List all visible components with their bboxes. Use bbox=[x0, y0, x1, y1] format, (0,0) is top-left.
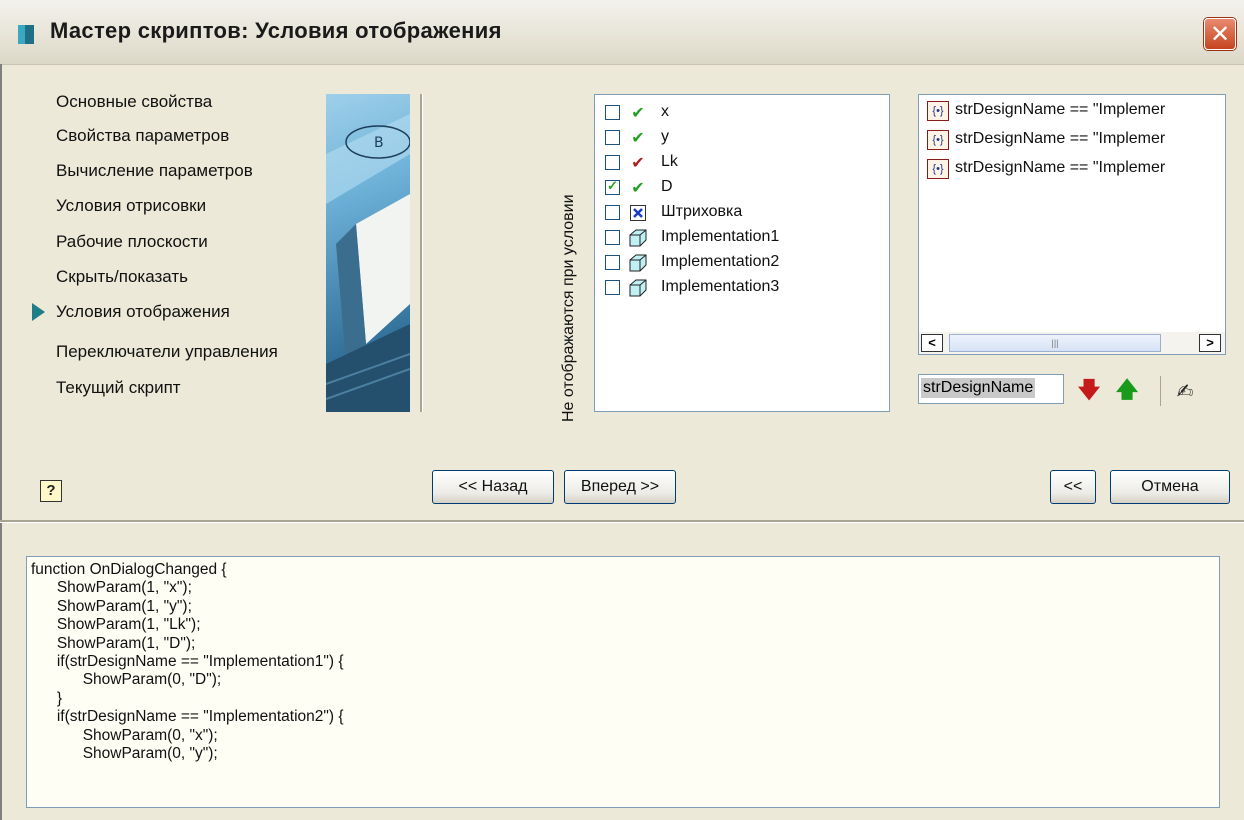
param-label: y bbox=[661, 128, 669, 145]
back-button[interactable]: << Назад bbox=[432, 470, 554, 504]
green-check-icon: ✔ bbox=[631, 178, 645, 197]
condition-icon: {•} bbox=[927, 159, 949, 179]
nav-item-control-switches[interactable]: Переключатели управления bbox=[56, 342, 278, 362]
checkbox[interactable] bbox=[605, 280, 620, 295]
cube-icon bbox=[627, 278, 649, 298]
wizard-side-image: B bbox=[326, 94, 410, 412]
checkbox[interactable] bbox=[605, 205, 620, 220]
checkbox[interactable] bbox=[605, 105, 620, 120]
hatch-x-icon bbox=[627, 203, 649, 223]
condition-icon: {•} bbox=[927, 101, 949, 121]
nav-item-current-script[interactable]: Текущий скрипт bbox=[56, 378, 181, 398]
checkbox[interactable] bbox=[605, 230, 620, 245]
param-label: Lk bbox=[661, 153, 678, 170]
nav-item-parameter-calculation[interactable]: Вычисление параметров bbox=[56, 161, 253, 181]
close-icon: ✕ bbox=[1209, 20, 1231, 48]
conditions-list[interactable]: {•} strDesignName == "Implemer {•} strDe… bbox=[918, 94, 1226, 334]
variable-name-value: strDesignName bbox=[921, 378, 1036, 398]
move-up-arrow-icon[interactable]: 🡅 bbox=[1114, 378, 1140, 404]
horizontal-divider bbox=[0, 520, 1244, 523]
current-step-arrow-icon bbox=[32, 303, 45, 321]
param-label: Implementation1 bbox=[661, 228, 780, 245]
help-icon[interactable]: ? bbox=[40, 480, 62, 502]
scroll-thumb[interactable]: ||| bbox=[949, 334, 1161, 352]
next-button[interactable]: Вперед >> bbox=[564, 470, 676, 504]
window-edge bbox=[0, 64, 2, 820]
condition-icon: {•} bbox=[927, 130, 949, 150]
hidden-when-label: Не отображаются при условии bbox=[560, 194, 577, 422]
param-label: Implementation3 bbox=[661, 278, 780, 295]
nav-item-display-conditions[interactable]: Условия отображения bbox=[56, 302, 230, 322]
condition-text: strDesignName == "Implemer bbox=[955, 159, 1166, 176]
checkmark-icon: ✓ bbox=[607, 178, 618, 193]
scroll-left-icon[interactable]: < bbox=[921, 334, 943, 352]
nav-item-basic-properties[interactable]: Основные свойства bbox=[56, 92, 212, 112]
script-code-editor[interactable]: function OnDialogChanged { ShowParam(1, … bbox=[26, 556, 1220, 808]
checkbox[interactable] bbox=[605, 155, 620, 170]
toolbar-separator bbox=[1160, 376, 1161, 406]
svg-text:B: B bbox=[374, 135, 384, 151]
cube-icon bbox=[627, 253, 649, 273]
param-label: Implementation2 bbox=[661, 253, 780, 270]
red-check-icon: ✔ bbox=[631, 153, 645, 172]
vertical-divider bbox=[420, 94, 423, 412]
checkbox[interactable] bbox=[605, 130, 620, 145]
horizontal-scrollbar[interactable]: < ||| > bbox=[918, 332, 1226, 355]
scroll-right-icon[interactable]: > bbox=[1199, 334, 1221, 352]
variable-name-field[interactable]: strDesignName bbox=[918, 374, 1064, 404]
condition-text: strDesignName == "Implemer bbox=[955, 101, 1166, 118]
nav-item-hide-show[interactable]: Скрыть/показать bbox=[56, 267, 188, 287]
nav-item-work-planes[interactable]: Рабочие плоскости bbox=[56, 232, 208, 252]
cancel-button[interactable]: Отмена bbox=[1110, 470, 1230, 504]
cube-icon bbox=[627, 228, 649, 248]
param-label: Штриховка bbox=[661, 203, 743, 220]
close-button[interactable]: ✕ bbox=[1204, 18, 1236, 50]
window-title: Мастер скриптов: Условия отображения bbox=[50, 18, 502, 43]
collapse-button[interactable]: << bbox=[1050, 470, 1096, 504]
checkbox-checked[interactable]: ✓ bbox=[605, 178, 620, 195]
param-label: D bbox=[661, 178, 673, 195]
nav-item-drawing-conditions[interactable]: Условия отрисовки bbox=[56, 196, 206, 216]
edit-hand-icon[interactable]: ✍ bbox=[1172, 378, 1198, 404]
param-label: x bbox=[661, 103, 669, 120]
green-check-icon: ✔ bbox=[631, 103, 645, 122]
checkbox[interactable] bbox=[605, 255, 620, 270]
green-check-icon: ✔ bbox=[631, 128, 645, 147]
condition-text: strDesignName == "Implemer bbox=[955, 130, 1166, 147]
script-code-text: function OnDialogChanged { ShowParam(1, … bbox=[31, 561, 344, 763]
parameter-checklist[interactable]: ✔ x ✔ y ✔ Lk ✓ ✔ D Штриховка Implementat… bbox=[594, 94, 890, 412]
move-down-arrow-icon[interactable]: 🡇 bbox=[1076, 378, 1102, 404]
app-icon bbox=[18, 25, 34, 44]
nav-item-parameter-properties[interactable]: Свойства параметров bbox=[56, 126, 229, 146]
